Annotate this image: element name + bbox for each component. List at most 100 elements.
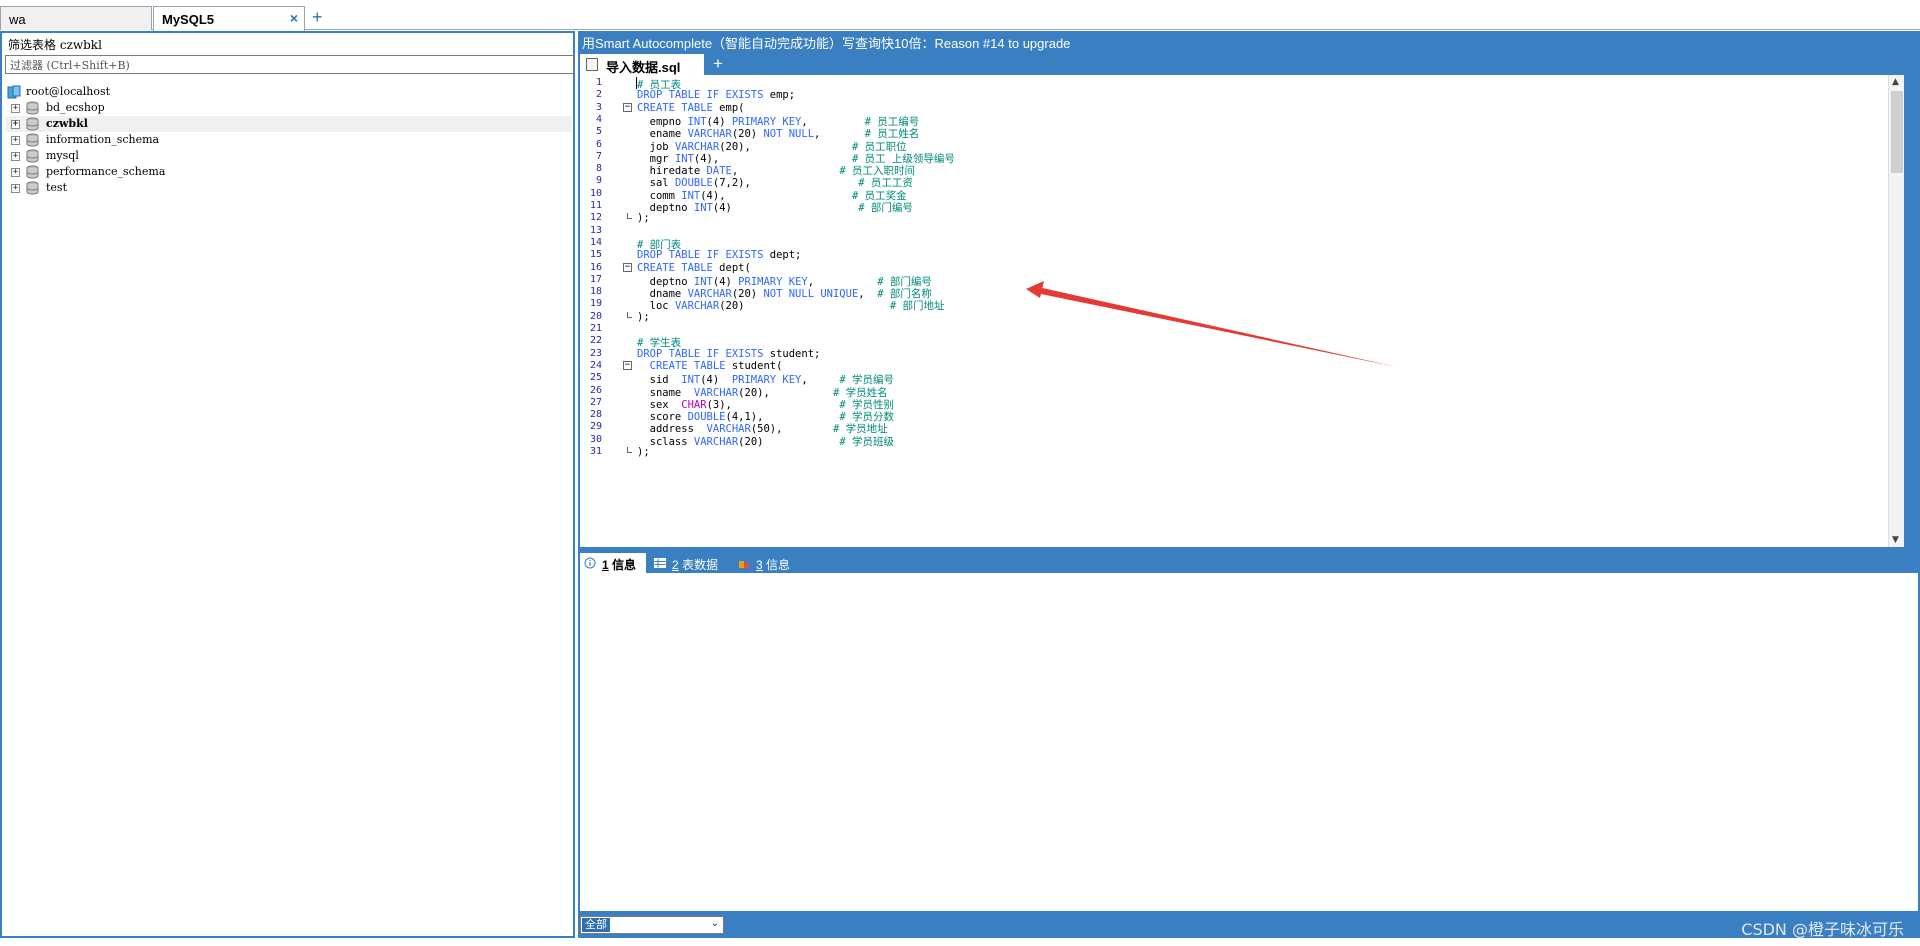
close-icon[interactable]: × (290, 10, 298, 26)
results-panel[interactable] (580, 573, 1918, 911)
upgrade-banner[interactable]: 用Smart Autocomplete（智能自动完成功能）写查询快10倍：Rea… (582, 33, 1070, 52)
filter-title: 筛选表格 czwbkl (8, 38, 102, 52)
code-token: emp; (763, 89, 796, 102)
vertical-scrollbar[interactable]: ▲ ▼ (1888, 75, 1904, 547)
line-number: 11 (589, 200, 602, 211)
tree-database-label: performance_schema (46, 165, 166, 178)
tree-database-bd_ecshop[interactable]: + bd_ecshop (6, 100, 572, 116)
fold-collapse-icon[interactable]: − (623, 360, 632, 370)
code-line[interactable]: ); (637, 311, 650, 323)
code-line[interactable]: CREATE TABLE dept( (637, 262, 751, 274)
code-line[interactable]: CREATE TABLE emp( (637, 102, 744, 114)
result-tab-1[interactable]: 1 信息 (580, 553, 646, 573)
code-token: CREATE TABLE (637, 101, 713, 114)
code-line[interactable]: deptno INT(4) # 部门编号 (637, 200, 913, 215)
line-number: 1 (595, 77, 602, 88)
code-line[interactable]: ); (637, 212, 650, 224)
code-line[interactable]: DROP TABLE IF EXISTS emp; (637, 89, 795, 101)
code-token: INT (693, 202, 713, 214)
tree-database-label: information_schema (46, 133, 160, 146)
message-filter-value: 全部 (582, 918, 610, 932)
line-number: 9 (595, 175, 602, 187)
line-number: 19 (589, 298, 602, 310)
line-number: 6 (595, 138, 602, 150)
expand-icon[interactable]: + (11, 168, 20, 177)
code-token: ); (637, 446, 650, 458)
connection-tab-mysql5[interactable]: MySQL5 × (153, 6, 305, 31)
fold-collapse-icon[interactable]: − (623, 262, 632, 272)
object-browser: 筛选表格 czwbkl 过滤器 (Ctrl+Shift+B) root@loca… (0, 31, 575, 938)
expand-icon[interactable]: + (11, 184, 20, 193)
fold-collapse-icon[interactable]: − (623, 102, 632, 112)
chevron-down-icon[interactable]: ⌄ (711, 918, 719, 929)
result-tab-label: 表数据 (678, 558, 719, 572)
code-token: student( (725, 359, 783, 372)
code-token: (4) (712, 202, 859, 214)
database-tree: root@localhost + bd_ecshop + czwbkl + informa… (6, 84, 572, 196)
code-line[interactable]: DROP TABLE IF EXISTS dept; (637, 249, 801, 261)
server-icon (7, 85, 21, 99)
message-filter-select[interactable]: 全部 ⌄ (580, 916, 724, 934)
filter-input[interactable]: 过滤器 (Ctrl+Shift+B) (5, 55, 574, 74)
tree-root[interactable]: root@localhost (6, 84, 572, 100)
tree-database-label: czwbkl (46, 117, 88, 130)
code-token: VARCHAR (674, 300, 720, 313)
scroll-down-arrow-icon[interactable]: ▼ (1892, 535, 1899, 545)
code-token: DROP TABLE IF EXISTS (637, 89, 764, 102)
line-number: 15 (589, 249, 602, 261)
tree-database-czwbkl[interactable]: + czwbkl (6, 116, 572, 132)
line-number: 24 (589, 359, 602, 371)
fold-end-marker (627, 447, 632, 453)
result-tab-bar: 1 信息 2 表数据 3 信息 (578, 551, 1920, 573)
expand-icon[interactable]: + (11, 120, 20, 129)
result-filter-bar: 全部 ⌄ CSDN @橙子味冰可乐 (578, 913, 1920, 939)
result-tab-3[interactable]: 3 信息 (734, 553, 798, 573)
code-line[interactable]: DROP TABLE IF EXISTS student; (637, 348, 820, 360)
plus-icon[interactable]: + (713, 54, 723, 74)
query-tab-bar: 导入数据.sql + (578, 53, 1920, 75)
tree-database-label: mysql (46, 149, 79, 162)
expand-icon[interactable]: + (11, 136, 20, 145)
tree-database-test[interactable]: + test (6, 180, 572, 196)
connection-tab-label: wa (9, 12, 26, 27)
result-tab-label: 信息 (608, 558, 637, 572)
code-token: DROP TABLE IF EXISTS (637, 249, 764, 262)
connection-tab-label: MySQL5 (162, 12, 215, 27)
tree-database-label: bd_ecshop (46, 101, 105, 114)
tree-database-mysql[interactable]: + mysql (6, 148, 572, 164)
scrollbar-thumb[interactable] (1891, 91, 1903, 173)
expand-icon[interactable]: + (11, 104, 20, 113)
line-number: 2 (595, 89, 602, 101)
scroll-up-arrow-icon[interactable]: ▲ (1892, 77, 1899, 87)
code-token: ); (637, 310, 650, 323)
code-token: (20) (719, 300, 890, 313)
database-icon (26, 117, 39, 131)
sql-file-icon (586, 58, 598, 71)
tree-database-performance_schema[interactable]: + performance_schema (6, 164, 572, 180)
code-token: CREATE TABLE (637, 261, 713, 274)
plus-icon[interactable]: + (312, 7, 323, 28)
expand-icon[interactable]: + (11, 152, 20, 161)
database-icon (26, 149, 39, 163)
code-token: DROP TABLE IF EXISTS (637, 347, 764, 360)
sql-editor[interactable]: 1 2 3 4 5 6 7 8 9 10 11 12 13 14 15 16 17 18 19 20 21 22 23 24 2… (580, 75, 1904, 547)
line-number: 18 (589, 286, 602, 298)
code-line[interactable]: CREATE TABLE student( (637, 359, 783, 372)
query-tab[interactable]: 导入数据.sql (580, 54, 704, 75)
line-number: 10 (589, 187, 602, 199)
connection-tab-bar: wa MySQL5 × + (0, 0, 1920, 31)
code-line[interactable]: ); (637, 446, 650, 458)
line-number: 23 (589, 347, 602, 359)
code-token: dept; (763, 249, 802, 262)
info-icon (584, 557, 596, 569)
result-tab-2[interactable]: 2 表数据 (650, 553, 730, 573)
tree-database-information_schema[interactable]: + information_schema (6, 132, 572, 148)
message-icon (739, 561, 749, 568)
connection-tab-wa[interactable]: wa (0, 6, 152, 30)
database-icon (26, 133, 39, 147)
query-tab-label: 导入数据.sql (606, 60, 681, 75)
code-line[interactable]: sclass VARCHAR(20) # 学员班级 (637, 434, 894, 449)
tree-database-label: test (46, 181, 67, 194)
code-line[interactable]: loc VARCHAR(20) # 部门地址 (637, 298, 945, 313)
result-tab-num: 2 (672, 558, 679, 572)
